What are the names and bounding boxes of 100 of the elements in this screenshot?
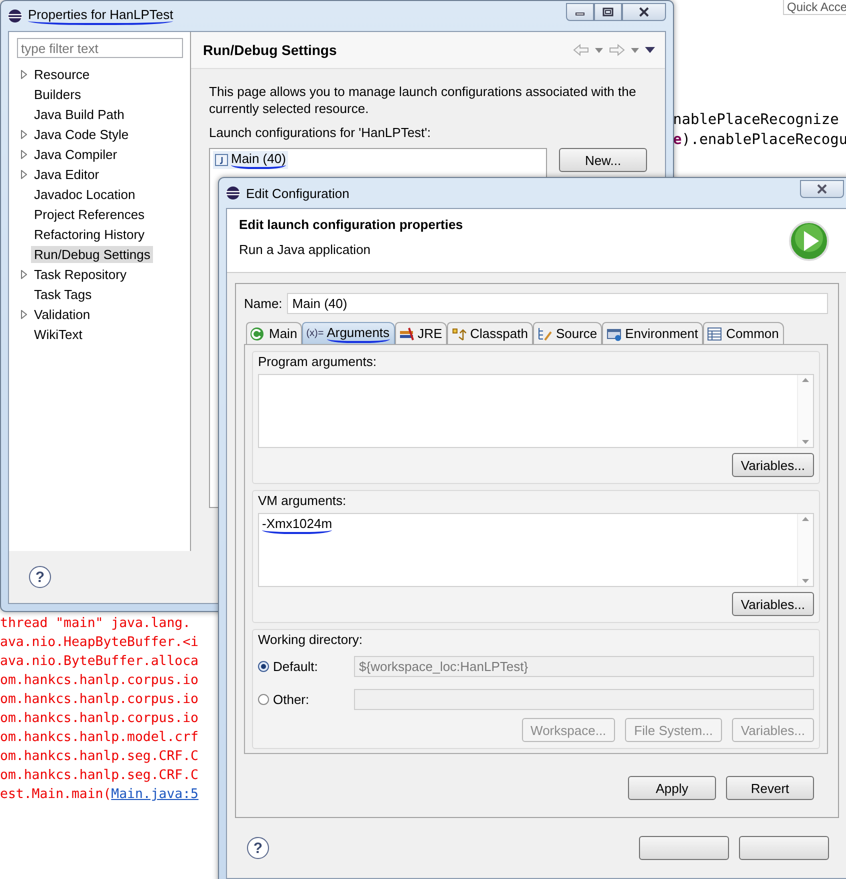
revert-button[interactable]: Revert — [726, 776, 814, 800]
tab[interactable]: JRE — [394, 322, 448, 344]
books-icon — [398, 326, 415, 340]
tree-item[interactable]: Project References — [31, 206, 148, 222]
name-label: Name: — [244, 296, 282, 310]
console-line: om.hankcs.hanlp.model.crf — [0, 729, 200, 747]
tab-label[interactable]: Environment — [625, 326, 698, 341]
table-icon — [707, 326, 724, 340]
tree-item[interactable]: Java Editor — [31, 166, 102, 182]
eclipse-icon — [8, 9, 22, 23]
variables-button[interactable]: Variables... — [732, 453, 814, 477]
help-button[interactable]: ? — [247, 837, 269, 859]
dialog-button[interactable] — [739, 836, 829, 860]
directory-field[interactable]: ${workspace_loc:HanLPTest} — [354, 656, 814, 676]
name-field[interactable]: Main (40) — [287, 292, 828, 314]
tree-item[interactable]: Task Repository — [31, 266, 130, 282]
console-line: om.hankcs.hanlp.seg.CRF.C — [0, 748, 200, 766]
tab-label[interactable]: JRE — [418, 326, 442, 341]
maximize-icon — [602, 7, 614, 17]
tree-item[interactable]: WikiText — [31, 326, 86, 342]
code-line: e).enablePlaceRecogu — [673, 131, 846, 150]
apply-button[interactable]: Apply — [628, 776, 716, 800]
close-icon — [638, 7, 650, 17]
up-arrow-icon[interactable] — [802, 517, 809, 521]
tab-label[interactable]: Main — [269, 326, 298, 341]
tab[interactable]: Common — [703, 322, 784, 344]
tree-item[interactable]: Javadoc Location — [31, 186, 138, 202]
directory-field[interactable] — [354, 688, 814, 710]
close-icon — [816, 184, 828, 194]
tab[interactable]: Classpath — [447, 322, 533, 344]
tree-item[interactable]: Java Build Path — [31, 106, 128, 122]
radio-button[interactable] — [258, 694, 269, 704]
tab-label[interactable]: Source — [556, 326, 598, 341]
tab-label[interactable]: Classpath — [470, 326, 528, 341]
dialog-subheading: Run a Java application — [239, 242, 372, 257]
expand-arrow-icon[interactable] — [21, 170, 27, 178]
arrows-icon — [451, 326, 468, 340]
tree-item[interactable]: Refactoring History — [31, 226, 148, 242]
console-line: om.hankcs.hanlp.corpus.io — [0, 710, 200, 728]
console-line: om.hankcs.hanlp.corpus.io — [0, 691, 200, 709]
tree-item[interactable]: Java Code Style — [31, 126, 132, 142]
tree-item[interactable]: Builders — [31, 86, 84, 102]
tree-item[interactable]: Run/Debug Settings — [31, 246, 154, 262]
dialog-heading: Edit launch configuration properties — [239, 217, 463, 232]
expand-arrow-icon[interactable] — [21, 130, 27, 138]
close-button[interactable] — [800, 180, 844, 198]
radio-button[interactable] — [258, 660, 269, 672]
code-line: nablePlaceRecognize — [673, 111, 840, 130]
tree-item[interactable]: Resource — [31, 66, 93, 82]
run-icon — [789, 221, 829, 261]
console-link[interactable]: Main.java:5 — [111, 787, 198, 802]
page-heading: Run/Debug Settings — [203, 42, 337, 58]
variables-button[interactable]: Variables... — [732, 592, 814, 616]
tree-pencil-icon — [536, 326, 553, 340]
tab[interactable]: Main — [246, 322, 302, 344]
new-button[interactable]: New... — [559, 148, 647, 172]
expand-arrow-icon[interactable] — [21, 150, 27, 158]
tab[interactable]: (x)= Arguments — [302, 322, 395, 344]
console-line: om.hankcs.hanlp.seg.CRF.C — [0, 767, 200, 785]
group-label: VM arguments: — [258, 493, 348, 508]
expand-arrow-icon[interactable] — [21, 70, 27, 78]
list-label: Launch configurations for 'HanLPTest': — [209, 125, 432, 140]
close-button[interactable] — [622, 3, 666, 21]
tree-item[interactable]: Java Compiler — [31, 146, 120, 162]
refresh-icon — [250, 326, 266, 340]
page-description: This page allows you to manage launch configurations associated with the currently selected resource. — [209, 83, 638, 117]
help-button[interactable]: ? — [29, 566, 51, 588]
radio-label[interactable]: Default: — [273, 658, 318, 674]
variable-symbol: (x)= — [306, 328, 324, 339]
console-line: om.hankcs.hanlp.corpus.io — [0, 672, 200, 690]
down-arrow-icon[interactable] — [802, 579, 809, 583]
console-line: ava.nio.HeapByteBuffer.<i — [0, 634, 200, 652]
filter-field[interactable]: type filter text — [17, 38, 183, 58]
group-label: Program arguments: — [258, 354, 378, 369]
window-title: Properties for HanLPTest — [28, 7, 174, 25]
expand-arrow-icon[interactable] — [21, 310, 27, 318]
tab[interactable]: Source — [532, 322, 602, 344]
caret-icon[interactable] — [595, 48, 603, 52]
window-title: Edit Configuration — [246, 186, 350, 200]
minimize-button[interactable] — [566, 3, 594, 21]
eclipse-icon — [226, 186, 240, 200]
console-line: thread "main" java.lang. — [0, 615, 192, 633]
scrollbar[interactable] — [797, 514, 813, 586]
console-line: ava.nio.ByteBuffer.alloca — [0, 653, 200, 671]
dialog-button[interactable] — [639, 836, 729, 860]
maximize-button[interactable] — [594, 3, 622, 21]
tree-item[interactable]: Validation — [31, 306, 94, 322]
tab[interactable]: Environment — [602, 322, 704, 344]
window-icon — [606, 326, 622, 340]
scrollbar[interactable] — [797, 375, 813, 447]
menu-icon[interactable] — [645, 47, 655, 53]
caret-icon[interactable] — [631, 48, 639, 52]
down-arrow-icon[interactable] — [802, 440, 809, 444]
up-arrow-icon[interactable] — [802, 378, 809, 382]
tree-item[interactable]: Task Tags — [31, 286, 95, 302]
radio-label[interactable]: Other: — [273, 692, 310, 706]
tab-label[interactable]: Common — [726, 326, 779, 341]
text-area-value: -Xmx1024m — [262, 516, 332, 534]
expand-arrow-icon[interactable] — [21, 270, 27, 278]
text-area[interactable]: -Xmx1024m — [258, 513, 814, 587]
